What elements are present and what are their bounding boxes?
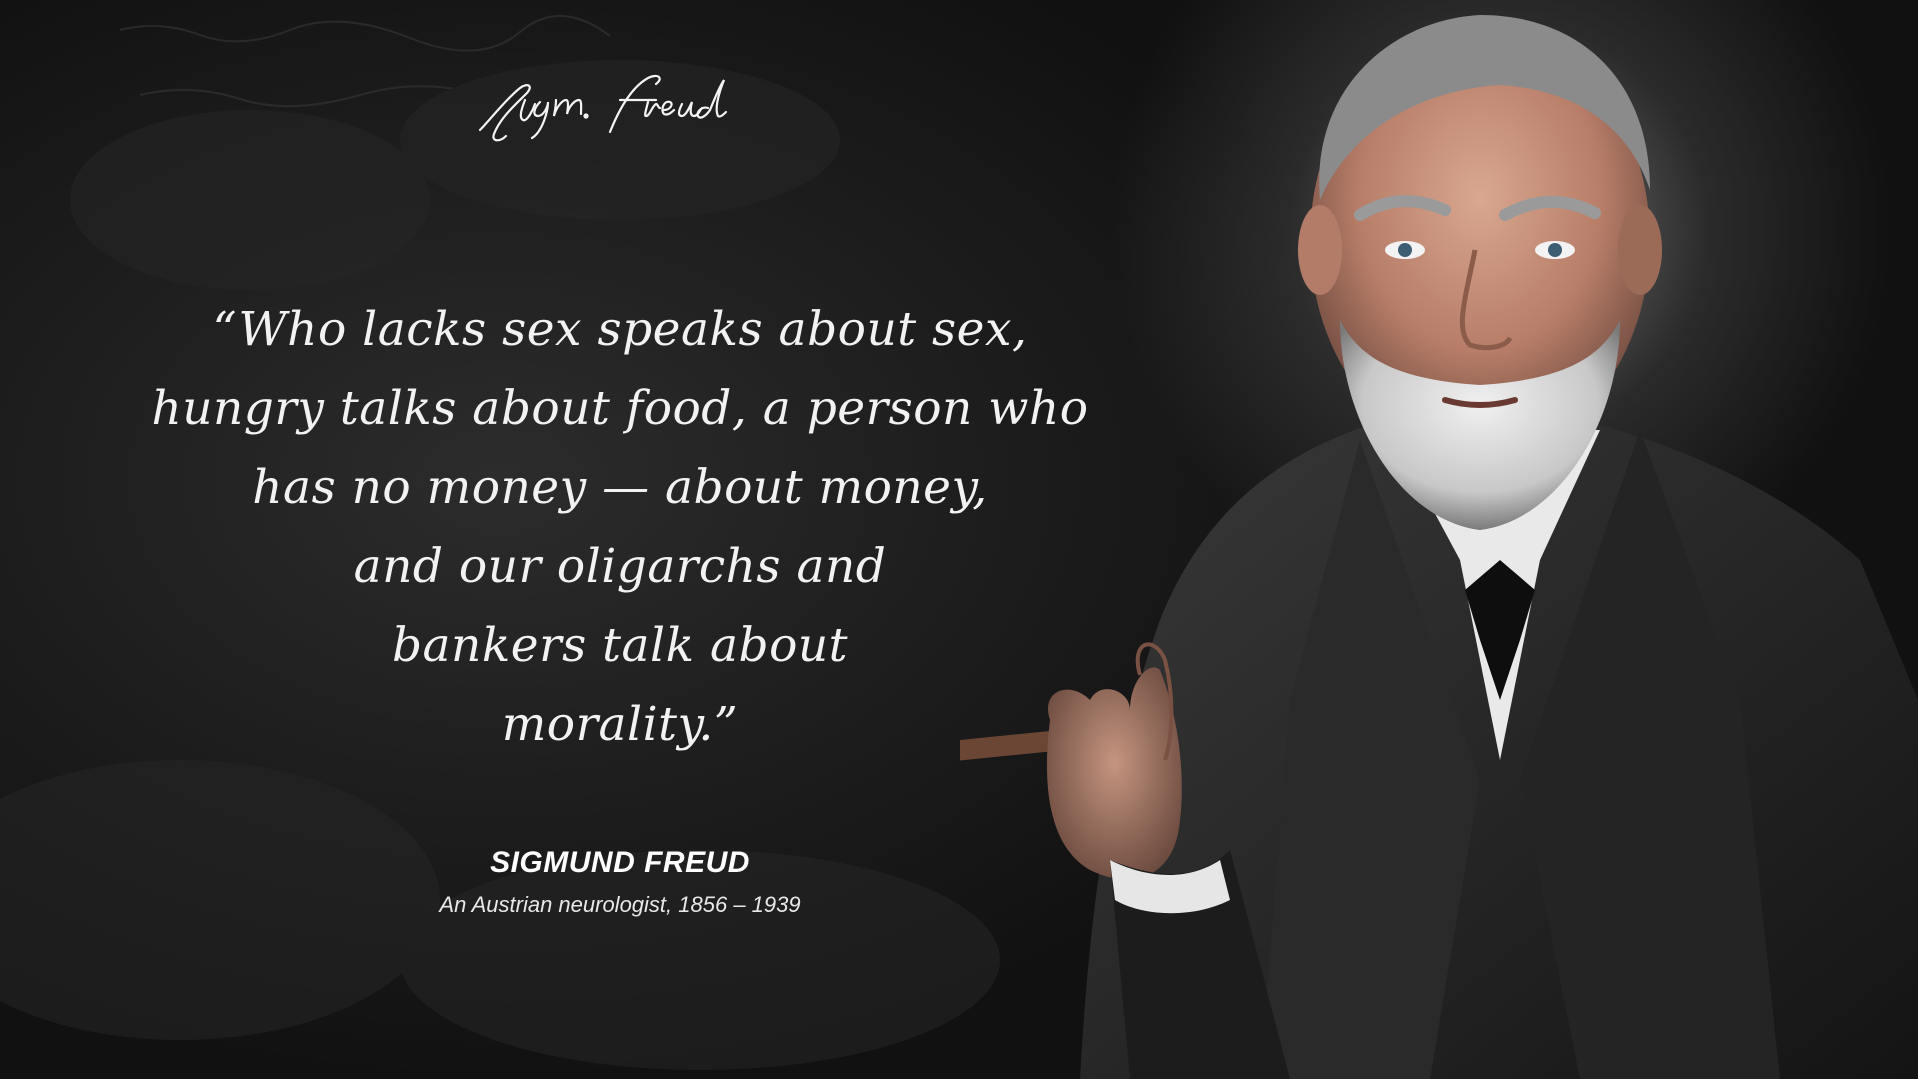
author-description: An Austrian neurologist, 1856 – 1939: [439, 892, 801, 917]
author-name: SIGMUND FREUD: [490, 846, 750, 879]
portrait-photo: [960, 15, 1918, 1079]
freud-signature: [478, 74, 728, 142]
quote-card: “Who lacks sex speaks about sex, hungry …: [0, 0, 1918, 1079]
